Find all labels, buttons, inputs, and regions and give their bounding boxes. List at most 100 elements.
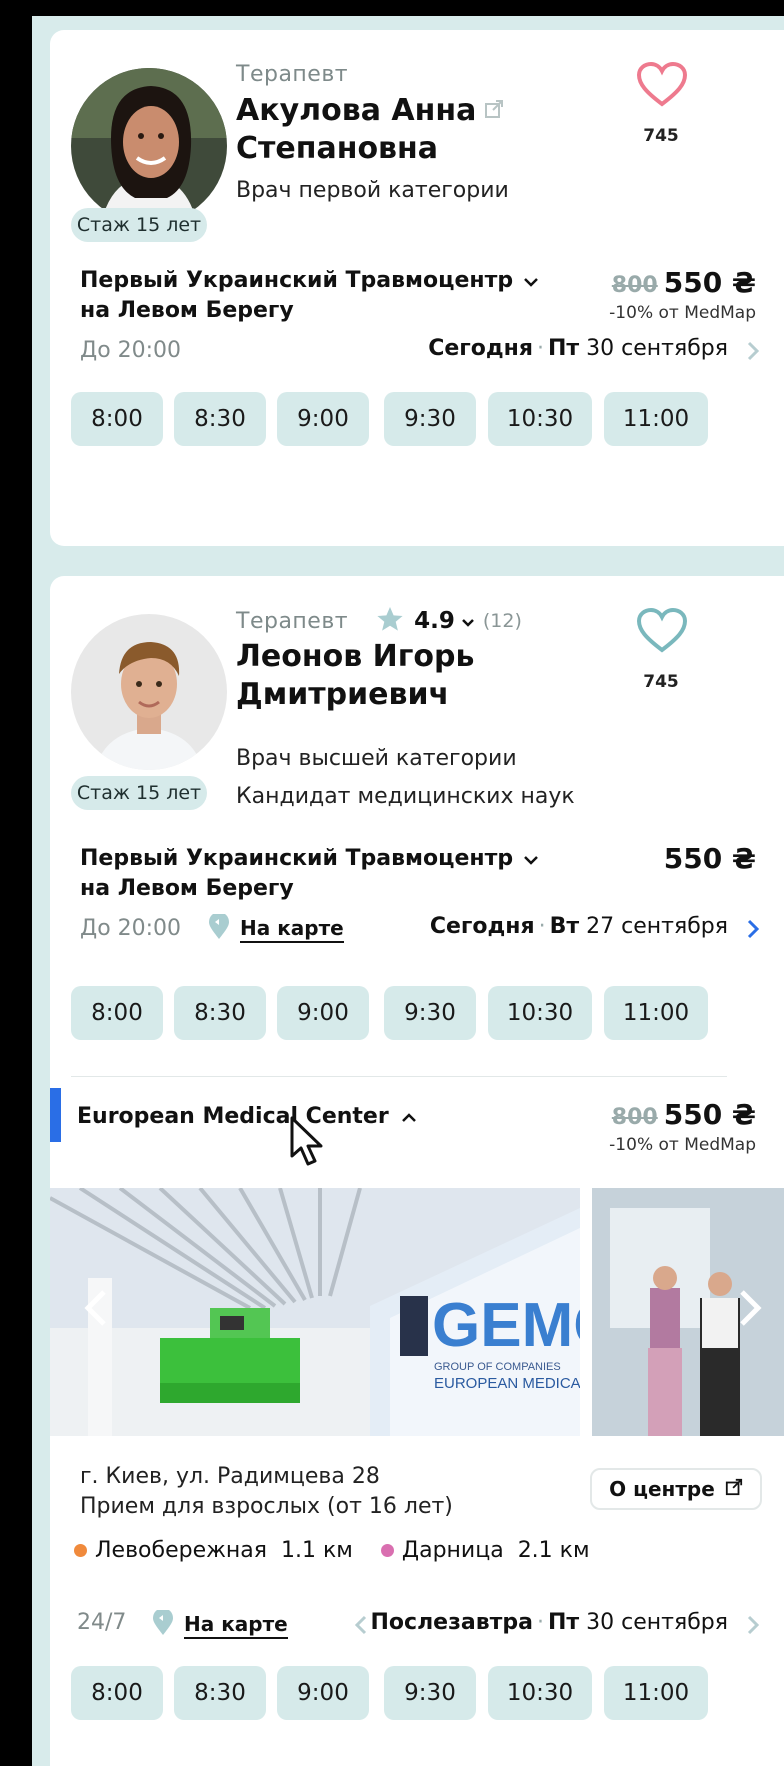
- external-link-icon[interactable]: [484, 99, 504, 123]
- time-slot[interactable]: 11:00: [604, 1666, 708, 1720]
- doctor-avatar[interactable]: [71, 68, 227, 224]
- doctor-name[interactable]: Акулова Анна: [236, 92, 476, 130]
- time-slot[interactable]: 8:30: [174, 392, 266, 446]
- schedule-day: Сегодня · Вт 27 сентября: [430, 914, 728, 939]
- clinic-address: г. Киев, ул. Радимцева 28 Прием для взро…: [80, 1462, 453, 1522]
- metro-dot-icon: [380, 1544, 394, 1557]
- time-slot[interactable]: 8:30: [174, 986, 266, 1040]
- metro-name: Левобережная: [95, 1538, 268, 1563]
- specialty-label: Терапевт: [236, 62, 349, 87]
- day-label: Сегодня: [429, 914, 535, 939]
- likes-count: 745: [643, 672, 679, 692]
- price-block: 800 550 ₴ -10% от MedMap: [609, 266, 756, 323]
- map-link[interactable]: На карте: [152, 1608, 288, 1640]
- time-slot[interactable]: 8:00: [71, 1666, 163, 1720]
- date: 27 сентября: [586, 914, 728, 939]
- map-pin-icon: [152, 1608, 174, 1640]
- weekday: Пт: [548, 1610, 580, 1635]
- discount-label: -10% от MedMap: [609, 1135, 756, 1155]
- carousel-next-icon[interactable]: [736, 1288, 764, 1332]
- old-price: 800: [611, 1105, 658, 1130]
- specialty-rating-row: Терапевт 4.9 (12): [236, 606, 522, 636]
- schedule-day: Сегодня · Пт 30 сентября: [428, 336, 728, 361]
- experience-badge: Стаж 15 лет: [71, 776, 207, 810]
- chevron-right-icon[interactable]: [746, 918, 760, 944]
- doctor-name-line2[interactable]: Дмитриевич: [236, 676, 449, 714]
- working-hours: 24/7: [77, 1610, 127, 1635]
- date: 30 сентября: [586, 336, 728, 361]
- working-hours: До 20:00: [80, 916, 182, 941]
- time-slot[interactable]: 9:30: [384, 986, 476, 1040]
- doctor-name-line2[interactable]: Степановна: [236, 130, 438, 168]
- weekday: Вт: [549, 914, 580, 939]
- price: 550 ₴: [663, 1098, 756, 1131]
- time-slot[interactable]: 9:00: [277, 986, 369, 1040]
- likes-count: 745: [643, 126, 679, 146]
- time-slot[interactable]: 9:00: [277, 392, 369, 446]
- time-slot[interactable]: 9:00: [277, 1666, 369, 1720]
- schedule-day: Послезавтра · Пт 30 сентября: [371, 1610, 729, 1635]
- metro-station: Левобережная 1.1 км: [74, 1538, 353, 1563]
- separator-dot: ·: [538, 914, 546, 939]
- separator-dot: ·: [537, 336, 544, 361]
- doctor-card: Стаж 15 лет Терапевт Акулова Анна Степан…: [50, 30, 784, 546]
- map-link[interactable]: На карте: [208, 912, 344, 944]
- clinic-name[interactable]: Первый Украинский Травмоцентр: [80, 844, 513, 874]
- separator-dot: ·: [537, 1610, 544, 1635]
- doctor-category: Врач первой категории: [236, 178, 509, 203]
- metro-distance: 1.1 км: [281, 1538, 353, 1563]
- heart-icon[interactable]: [636, 607, 688, 658]
- doctor-name[interactable]: Леонов Игорь: [236, 638, 474, 676]
- day-label: Сегодня: [428, 336, 533, 361]
- time-slot[interactable]: 10:30: [488, 392, 592, 446]
- chevron-right-icon[interactable]: [746, 340, 760, 366]
- map-link-label[interactable]: На карте: [184, 1612, 288, 1639]
- doctor-name-row[interactable]: Акулова Анна: [236, 92, 504, 130]
- clinic-selector[interactable]: Первый Украинский Травмоцентр на Левом Б…: [80, 844, 539, 904]
- chevron-up-icon[interactable]: [401, 1108, 417, 1127]
- reviews-count[interactable]: (12): [483, 610, 522, 632]
- photo-sign-sub1: GROUP OF COMPANIES: [434, 1361, 561, 1373]
- doctor-avatar[interactable]: [71, 614, 227, 770]
- carousel-prev-icon[interactable]: [82, 1288, 110, 1332]
- chevron-down-icon[interactable]: [461, 612, 475, 631]
- clinic-name[interactable]: Первый Украинский Травмоцентр: [80, 266, 513, 296]
- time-slot[interactable]: 8:00: [71, 392, 163, 446]
- address-line: г. Киев, ул. Радимцева 28: [80, 1464, 380, 1489]
- metro-dot-icon: [74, 1544, 87, 1557]
- clinic-selector[interactable]: Первый Украинский Травмоцентр на Левом Б…: [80, 266, 539, 326]
- map-pin-icon: [208, 912, 230, 944]
- chevron-right-icon[interactable]: [746, 1614, 760, 1640]
- active-clinic-indicator: [50, 1088, 61, 1142]
- clinic-photo-carousel[interactable]: GEMC GROUP OF COMPANIES EUROPEAN MEDICAL…: [50, 1188, 784, 1436]
- time-slot[interactable]: 11:00: [604, 986, 708, 1040]
- time-slot[interactable]: 8:00: [71, 986, 163, 1040]
- age-restriction: Прием для взрослых (от 16 лет): [80, 1494, 453, 1519]
- doctor-degree: Кандидат медицинских наук: [236, 784, 575, 809]
- star-icon: [376, 606, 404, 636]
- time-slot[interactable]: 10:30: [488, 986, 592, 1040]
- time-slot[interactable]: 9:30: [384, 392, 476, 446]
- clinic-name-line2[interactable]: на Левом Берегу: [80, 296, 539, 326]
- heart-icon[interactable]: [636, 61, 688, 112]
- metro-name: Дарница: [401, 1538, 504, 1563]
- clinic-selector[interactable]: European Medical Center: [77, 1102, 417, 1132]
- clinic-name[interactable]: European Medical Center: [77, 1102, 389, 1132]
- clinic-name-line2[interactable]: на Левом Берегу: [80, 874, 539, 904]
- chevron-down-icon[interactable]: [523, 850, 539, 869]
- about-center-label: О центре: [609, 1477, 715, 1501]
- day-label: Послезавтра: [370, 1610, 534, 1635]
- time-slot[interactable]: 9:30: [384, 1666, 476, 1720]
- time-slot[interactable]: 8:30: [174, 1666, 266, 1720]
- time-slot[interactable]: 10:30: [488, 1666, 592, 1720]
- date: 30 сентября: [586, 1610, 728, 1635]
- time-slot[interactable]: 11:00: [604, 392, 708, 446]
- chevron-left-icon[interactable]: [354, 1614, 368, 1640]
- price: 550 ₴: [663, 842, 756, 875]
- working-hours: До 20:00: [80, 338, 182, 363]
- rating-value[interactable]: 4.9: [414, 608, 455, 634]
- chevron-down-icon[interactable]: [523, 272, 539, 291]
- map-link-label[interactable]: На карте: [240, 916, 344, 943]
- about-center-button[interactable]: О центре: [590, 1468, 762, 1510]
- price-block: 800 550 ₴ -10% от MedMap: [609, 1098, 756, 1155]
